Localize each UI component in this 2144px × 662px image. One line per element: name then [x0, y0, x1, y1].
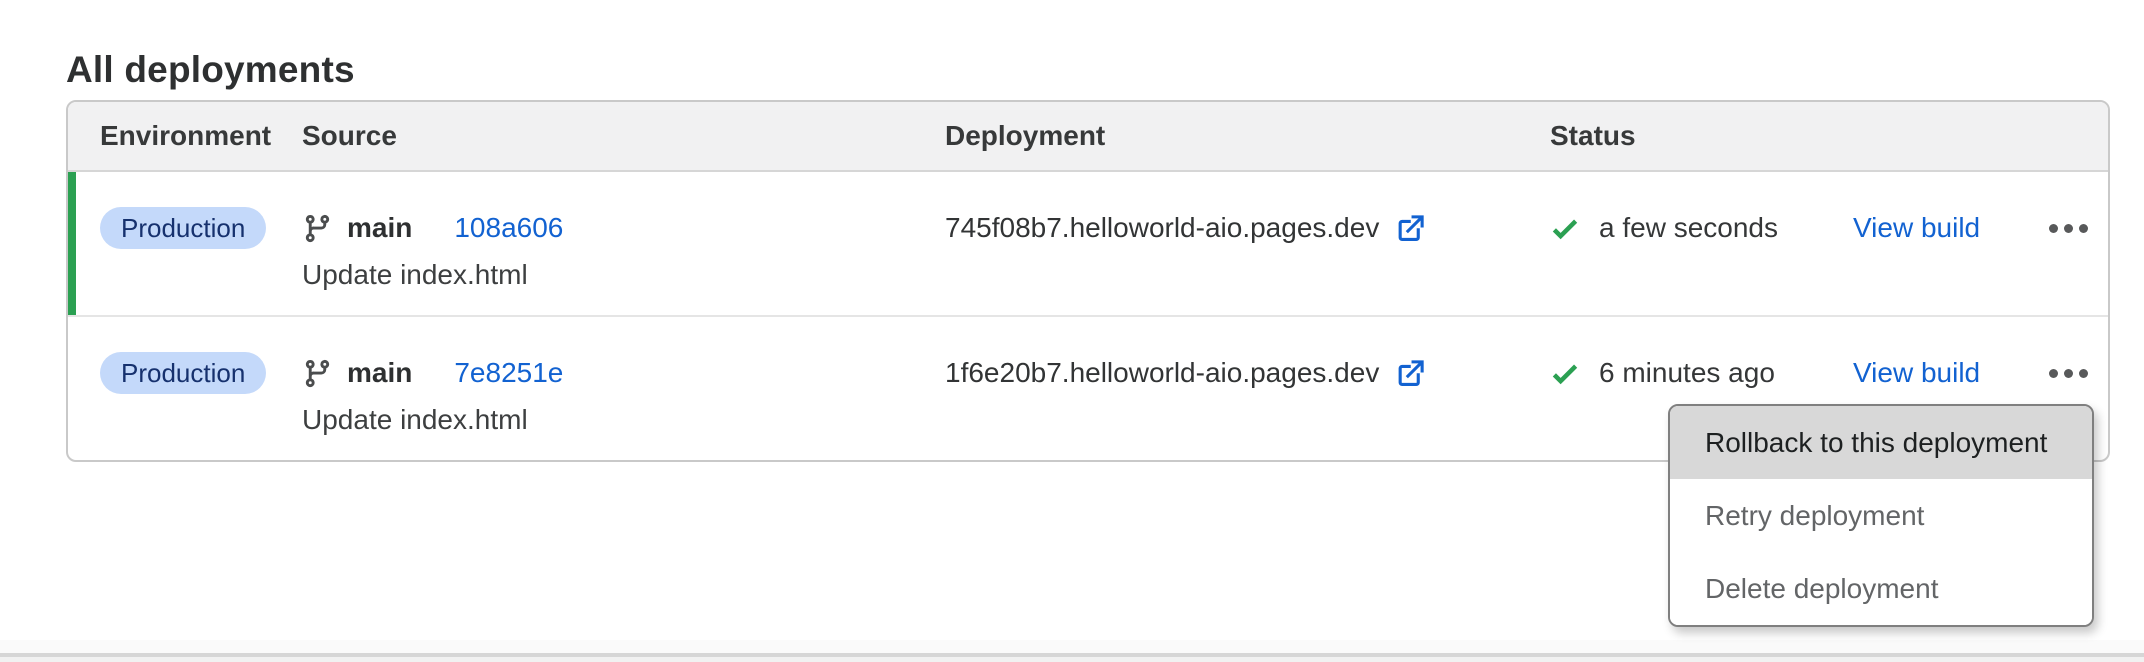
menu-item-delete[interactable]: Delete deployment: [1670, 552, 2092, 625]
status-cell: a few seconds: [1550, 206, 1853, 250]
deployment-context-menu: Rollback to this deployment Retry deploy…: [1668, 404, 2094, 627]
ellipsis-icon: [2049, 224, 2058, 233]
commit-link[interactable]: 108a606: [454, 212, 563, 244]
deployment-url: 745f08b7.helloworld-aio.pages.dev: [945, 212, 1379, 244]
column-header-deployment: Deployment: [945, 120, 1550, 152]
column-header-source: Source: [302, 120, 945, 152]
view-build-link[interactable]: View build: [1853, 357, 1980, 389]
row-actions-cell: [2049, 206, 2108, 250]
column-header-environment: Environment: [100, 120, 302, 152]
bottom-divider-band: [0, 640, 2144, 653]
deployment-menu-button[interactable]: [2049, 206, 2088, 250]
status-time: a few seconds: [1599, 212, 1778, 244]
ellipsis-icon: [2049, 369, 2058, 378]
commit-message: Update index.html: [302, 403, 945, 437]
view-build-cell: View build: [1853, 351, 2049, 395]
status-cell: 6 minutes ago: [1550, 351, 1853, 395]
table-header-row: Environment Source Deployment Status: [68, 102, 2108, 172]
source-cell: main 108a606 Update index.html: [302, 206, 945, 292]
table-row: Production main 108a606 Update index.htm…: [68, 172, 2108, 315]
environment-badge: Production: [100, 207, 266, 249]
branch-name: main: [347, 357, 412, 389]
commit-link[interactable]: 7e8251e: [454, 357, 563, 389]
git-branch-icon: [302, 358, 333, 389]
status-time: 6 minutes ago: [1599, 357, 1775, 389]
check-icon: [1550, 213, 1580, 243]
view-build-cell: View build: [1853, 206, 2049, 250]
branch-name: main: [347, 212, 412, 244]
check-icon: [1550, 358, 1580, 388]
external-link-icon[interactable]: [1395, 213, 1426, 244]
environment-cell: Production: [100, 351, 302, 395]
menu-item-rollback[interactable]: Rollback to this deployment: [1670, 406, 2092, 479]
commit-message: Update index.html: [302, 258, 945, 292]
git-branch-icon: [302, 213, 333, 244]
source-cell: main 7e8251e Update index.html: [302, 351, 945, 437]
menu-item-retry[interactable]: Retry deployment: [1670, 479, 2092, 552]
deployment-menu-button[interactable]: [2049, 351, 2088, 395]
current-deployment-indicator: [68, 172, 76, 315]
page-title: All deployments: [66, 49, 355, 91]
deployment-url: 1f6e20b7.helloworld-aio.pages.dev: [945, 357, 1379, 389]
column-header-status: Status: [1550, 120, 2108, 152]
bottom-divider-edge: [0, 657, 2144, 662]
row-actions-cell: [2049, 351, 2108, 395]
deployment-cell: 745f08b7.helloworld-aio.pages.dev: [945, 206, 1550, 250]
external-link-icon[interactable]: [1395, 358, 1426, 389]
environment-badge: Production: [100, 352, 266, 394]
environment-cell: Production: [100, 206, 302, 250]
view-build-link[interactable]: View build: [1853, 212, 1980, 244]
deployment-cell: 1f6e20b7.helloworld-aio.pages.dev: [945, 351, 1550, 395]
